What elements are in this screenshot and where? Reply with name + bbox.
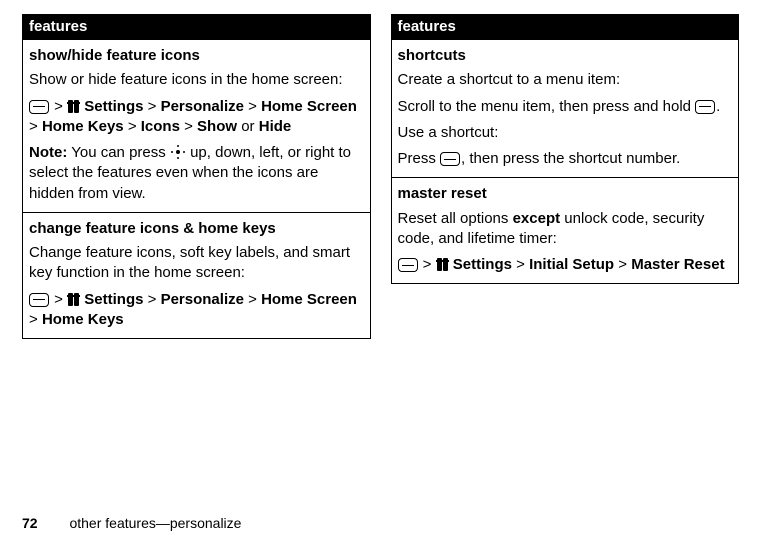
gt: > [248,291,257,308]
note: Note: You can press up, down, left, or r… [29,143,364,204]
left-column: features show/hide feature icons Show or… [22,14,371,339]
menu-key-icon [29,100,49,114]
right-table: features shortcuts Create a shortcut to … [391,14,740,284]
section-desc: Change feature icons, soft key labels, a… [29,243,364,284]
desc-bold: except [513,210,561,227]
line4: Press , then press the shortcut number. [398,149,733,169]
gt: > [54,98,63,115]
path-initial: Initial Setup [529,256,614,273]
path-settings: Settings [84,98,143,115]
section-title: shortcuts [398,46,733,66]
or-text: or [241,118,254,135]
right-column: features shortcuts Create a shortcut to … [391,14,740,339]
gt: > [128,118,137,135]
gt: > [148,291,157,308]
path-show: Show [197,118,237,135]
line4b: , then press the shortcut number. [461,150,680,167]
gt: > [54,291,63,308]
line1: Create a shortcut to a menu item: [398,70,733,90]
line4a: Press [398,150,436,167]
menu-path: > Settings > Personalize > Home Screen >… [29,290,364,331]
desc: Reset all options except unlock code, se… [398,209,733,250]
path-homescreen: Home Screen [261,98,357,115]
line2b: . [716,98,720,115]
gt: > [618,256,627,273]
path-settings: Settings [84,291,143,308]
gt: > [29,311,38,328]
settings-icon [68,99,79,113]
section-master-reset: master reset Reset all options except un… [392,177,739,283]
desc-a: Reset all options [398,210,509,227]
path-hide: Hide [259,118,292,135]
section-desc: Show or hide feature icons in the home s… [29,70,364,90]
line2: Scroll to the menu item, then press and … [398,97,733,117]
path-personalize: Personalize [161,291,244,308]
menu-path: > Settings > Initial Setup > Master Rese… [398,255,733,275]
section-title: show/hide feature icons [29,46,364,66]
path-homescreen: Home Screen [261,291,357,308]
left-table: features show/hide feature icons Show or… [22,14,371,339]
path-homekeys: Home Keys [42,118,124,135]
line2a: Scroll to the menu item, then press and … [398,98,692,115]
path-master: Master Reset [631,256,724,273]
gt: > [29,118,38,135]
gt: > [423,256,432,273]
path-homekeys: Home Keys [42,311,124,328]
menu-key-icon [398,258,418,272]
settings-icon [68,292,79,306]
gt: > [148,98,157,115]
gt: > [516,256,525,273]
section-show-hide: show/hide feature icons Show or hide fea… [23,39,370,212]
note-label: Note: [29,144,67,161]
path-settings: Settings [453,256,512,273]
path-personalize: Personalize [161,98,244,115]
gt: > [248,98,257,115]
section-title: change feature icons & home keys [29,219,364,239]
note-text-a: You can press [71,144,166,161]
menu-key-icon [29,293,49,307]
footer-text: other features—personalize [69,515,241,531]
path-icons: Icons [141,118,180,135]
gt: > [184,118,193,135]
section-title: master reset [398,184,733,204]
menu-key-icon [440,152,460,166]
page: features show/hide feature icons Show or… [0,0,759,339]
navigation-key-icon [171,145,185,159]
menu-key-icon [695,100,715,114]
section-shortcuts: shortcuts Create a shortcut to a menu it… [392,39,739,177]
footer: 72 other features—personalize [22,515,241,531]
page-number: 72 [22,515,38,531]
menu-path: > Settings > Personalize > Home Screen >… [29,97,364,138]
left-table-header: features [23,15,370,39]
right-table-header: features [392,15,739,39]
section-change-icons: change feature icons & home keys Change … [23,212,370,338]
settings-icon [437,257,448,271]
line3: Use a shortcut: [398,123,733,143]
